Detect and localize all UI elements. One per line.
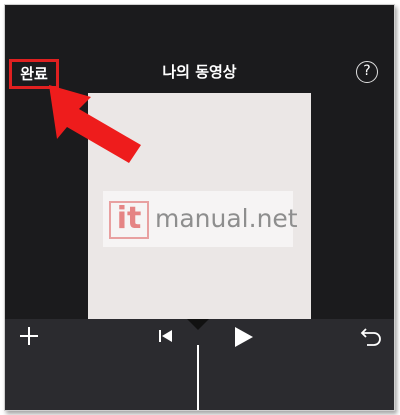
playhead-line[interactable] xyxy=(197,345,199,410)
help-button[interactable]: ? xyxy=(356,61,378,83)
watermark: it manual.net xyxy=(103,191,298,247)
playhead-marker[interactable] xyxy=(187,319,209,330)
timeline-track[interactable] xyxy=(5,353,394,410)
watermark-text: manual.net xyxy=(155,204,298,233)
watermark-logo: it xyxy=(109,201,149,239)
red-arrow-annotation xyxy=(49,85,141,163)
play-icon[interactable] xyxy=(231,325,255,349)
plus-icon[interactable] xyxy=(17,324,41,348)
skip-back-icon[interactable] xyxy=(157,327,175,345)
undo-icon[interactable] xyxy=(359,325,383,347)
app-screen: 완료 나의 동영상 ? it manual.net xyxy=(4,4,395,411)
